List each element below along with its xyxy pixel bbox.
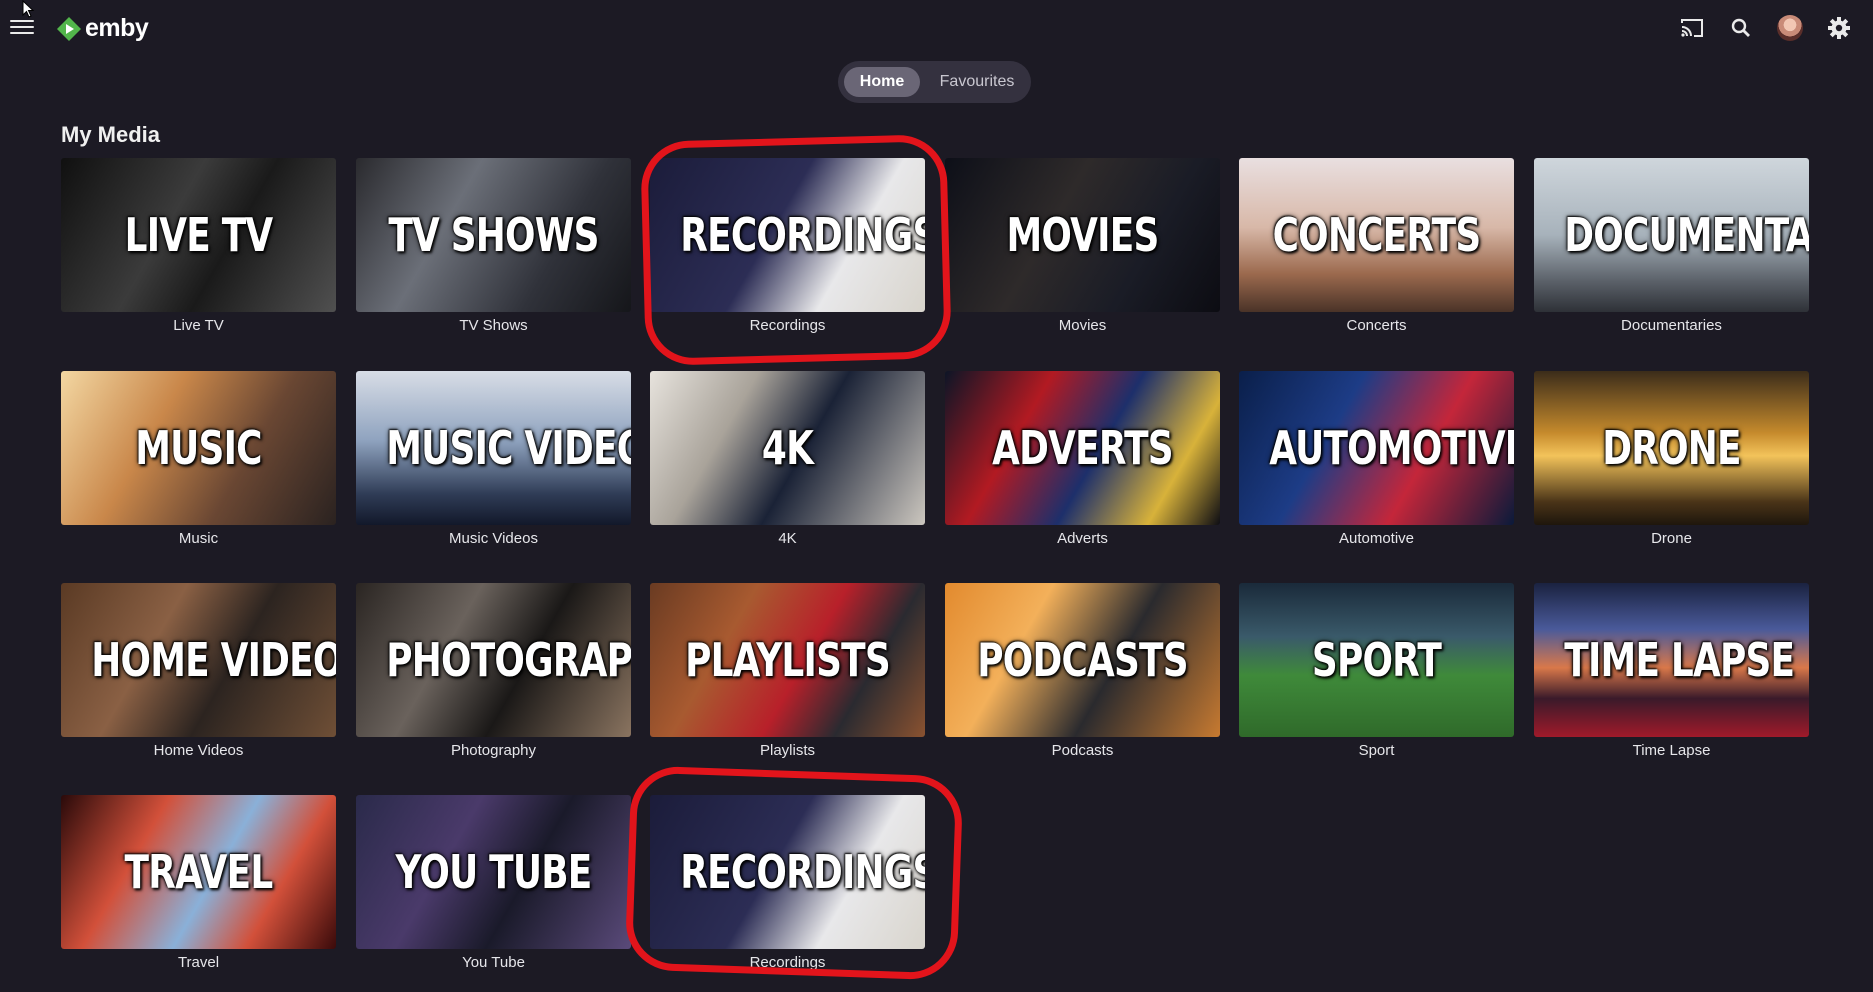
library-thumbnail[interactable]: SPORT (1239, 583, 1514, 737)
library-thumbnail[interactable]: MOVIES (945, 158, 1220, 312)
library-thumbnail-title: RECORDINGS (680, 208, 925, 262)
library-label[interactable]: You Tube (356, 954, 631, 971)
library-card[interactable]: AUTOMOTIVE Automotive (1239, 371, 1514, 547)
library-thumbnail[interactable]: PHOTOGRAPHY (356, 583, 631, 737)
library-card[interactable]: RECORDINGS Recordings (650, 158, 925, 334)
library-thumbnail[interactable]: TV SHOWS (356, 158, 631, 312)
library-label[interactable]: Home Videos (61, 742, 336, 759)
library-card[interactable]: SPORT Sport (1239, 583, 1514, 759)
library-card[interactable]: PHOTOGRAPHY Photography (356, 583, 631, 759)
library-label[interactable]: Podcasts (945, 742, 1220, 759)
library-thumbnail[interactable]: RECORDINGS (650, 795, 925, 949)
emby-logo[interactable]: emby (56, 14, 149, 43)
library-thumbnail-title: PLAYLISTS (685, 633, 891, 687)
library-thumbnail[interactable]: TRAVEL (61, 795, 336, 949)
library-label[interactable]: Automotive (1239, 530, 1514, 547)
library-card[interactable]: TIME LAPSE Time Lapse (1534, 583, 1809, 759)
library-thumbnail[interactable]: YOU TUBE (356, 795, 631, 949)
library-card[interactable]: DOCUMENTARY Documentaries (1534, 158, 1809, 334)
library-label[interactable]: Adverts (945, 530, 1220, 547)
library-label[interactable]: Music Videos (356, 530, 631, 547)
library-label[interactable]: Drone (1534, 530, 1809, 547)
library-thumbnail[interactable]: AUTOMOTIVE (1239, 371, 1514, 525)
library-thumbnail-title: CONCERTS (1272, 208, 1482, 262)
library-thumbnail[interactable]: PLAYLISTS (650, 583, 925, 737)
library-card[interactable]: 4K 4K (650, 371, 925, 547)
library-thumbnail-title: 4K (761, 421, 814, 475)
gear-icon[interactable] (1825, 14, 1853, 42)
library-thumbnail-title: MOVIES (1006, 208, 1159, 262)
library-thumbnail[interactable]: RECORDINGS (650, 158, 925, 312)
library-card[interactable]: MUSIC Music (61, 371, 336, 547)
library-thumbnail[interactable]: LIVE TV (61, 158, 336, 312)
library-thumbnail-title: DOCUMENTARY (1564, 208, 1809, 262)
library-thumbnail-title: HOME VIDEOS (91, 633, 336, 687)
library-card[interactable]: YOU TUBE You Tube (356, 795, 631, 971)
library-label[interactable]: Recordings (650, 954, 925, 971)
emby-logo-icon (57, 16, 81, 41)
library-label[interactable]: 4K (650, 530, 925, 547)
library-label[interactable]: Travel (61, 954, 336, 971)
library-label[interactable]: Time Lapse (1534, 742, 1809, 759)
search-icon[interactable] (1727, 14, 1755, 42)
library-label[interactable]: Recordings (650, 317, 925, 334)
library-label[interactable]: Photography (356, 742, 631, 759)
library-thumbnail-title: RECORDINGS (680, 845, 925, 899)
user-avatar[interactable] (1776, 14, 1804, 42)
library-thumbnail[interactable]: ADVERTS (945, 371, 1220, 525)
library-card[interactable]: DRONE Drone (1534, 371, 1809, 547)
library-thumbnail-title: PODCASTS (977, 633, 1188, 687)
library-thumbnail[interactable]: CONCERTS (1239, 158, 1514, 312)
library-label[interactable]: Concerts (1239, 317, 1514, 334)
home-tabs: Home Favourites (838, 61, 1031, 103)
library-label[interactable]: Documentaries (1534, 317, 1809, 334)
library-card[interactable]: RECORDINGS Recordings (650, 795, 925, 971)
library-card[interactable]: CONCERTS Concerts (1239, 158, 1514, 334)
library-thumbnail[interactable]: HOME VIDEOS (61, 583, 336, 737)
library-label[interactable]: Movies (945, 317, 1220, 334)
library-thumbnail-title: ADVERTS (992, 421, 1173, 475)
library-card[interactable]: PLAYLISTS Playlists (650, 583, 925, 759)
library-thumbnail-title: YOU TUBE (395, 845, 592, 899)
library-thumbnail-title: TIME LAPSE (1564, 633, 1795, 687)
library-label[interactable]: Live TV (61, 317, 336, 334)
library-thumbnail-title: MUSIC (135, 421, 262, 475)
tab-favourites[interactable]: Favourites (930, 67, 1024, 97)
library-card[interactable]: TRAVEL Travel (61, 795, 336, 971)
library-thumbnail-title: TRAVEL (124, 845, 274, 899)
library-thumbnail-title: DRONE (1602, 421, 1741, 475)
library-thumbnail-title: MUSIC VIDEOS (386, 421, 631, 475)
library-thumbnail-title: PHOTOGRAPHY (386, 633, 631, 687)
library-label[interactable]: TV Shows (356, 317, 631, 334)
library-card[interactable]: MOVIES Movies (945, 158, 1220, 334)
library-label[interactable]: Music (61, 530, 336, 547)
library-label[interactable]: Sport (1239, 742, 1514, 759)
library-card[interactable]: HOME VIDEOS Home Videos (61, 583, 336, 759)
library-thumbnail[interactable]: DRONE (1534, 371, 1809, 525)
library-thumbnail[interactable]: PODCASTS (945, 583, 1220, 737)
library-card[interactable]: MUSIC VIDEOS Music Videos (356, 371, 631, 547)
section-title: My Media (61, 122, 161, 147)
library-card[interactable]: TV SHOWS TV Shows (356, 158, 631, 334)
library-thumbnail[interactable]: MUSIC (61, 371, 336, 525)
tab-home[interactable]: Home (844, 67, 920, 97)
cast-icon[interactable] (1678, 14, 1706, 42)
library-label[interactable]: Playlists (650, 742, 925, 759)
library-thumbnail-title: AUTOMOTIVE (1269, 421, 1514, 475)
top-bar: emby (0, 0, 1873, 58)
emby-logo-text: emby (85, 14, 149, 42)
library-thumbnail[interactable]: 4K (650, 371, 925, 525)
library-thumbnail[interactable]: MUSIC VIDEOS (356, 371, 631, 525)
library-thumbnail-title: SPORT (1311, 633, 1442, 687)
library-card[interactable]: PODCASTS Podcasts (945, 583, 1220, 759)
library-thumbnail-title: TV SHOWS (388, 208, 599, 262)
library-card[interactable]: LIVE TV Live TV (61, 158, 336, 334)
library-card[interactable]: ADVERTS Adverts (945, 371, 1220, 547)
library-thumbnail[interactable]: TIME LAPSE (1534, 583, 1809, 737)
library-thumbnail[interactable]: DOCUMENTARY (1534, 158, 1809, 312)
library-thumbnail-title: LIVE TV (124, 208, 274, 262)
menu-icon[interactable] (10, 16, 34, 38)
